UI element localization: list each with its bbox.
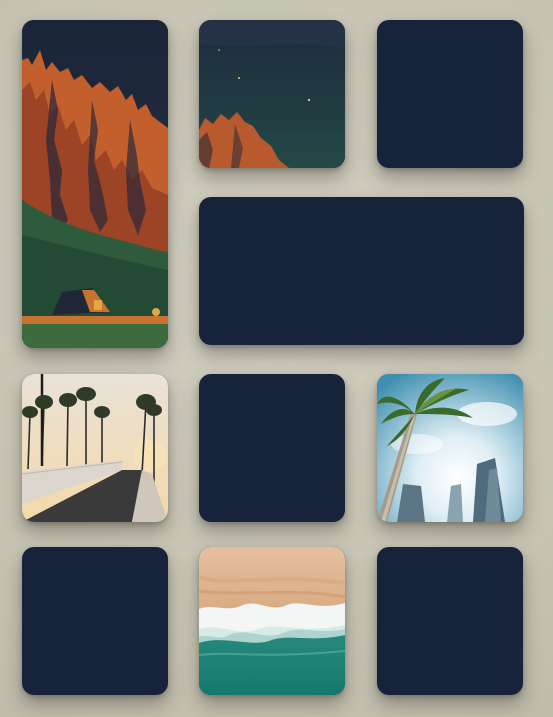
aerial-beach-image — [199, 547, 345, 695]
gallery-tile-placeholder[interactable] — [22, 547, 168, 695]
gallery-tile-placeholder[interactable] — [377, 20, 523, 168]
gallery-tile-night-cliff[interactable] — [199, 20, 345, 168]
gallery-tile-palm-boardwalk[interactable] — [22, 374, 168, 522]
gallery-tile-desert-mountain[interactable] — [22, 20, 168, 348]
palm-skyscrapers-image — [377, 374, 523, 522]
gallery-tile-aerial-beach[interactable] — [199, 547, 345, 695]
gallery-tile-palm-skyscrapers[interactable] — [377, 374, 523, 522]
gallery-tile-placeholder-wide[interactable] — [199, 197, 524, 345]
night-cliff-image — [199, 20, 345, 168]
desert-mountain-image — [22, 20, 168, 348]
image-gallery-grid — [0, 0, 553, 717]
gallery-tile-placeholder[interactable] — [199, 374, 345, 522]
palm-boardwalk-image — [22, 374, 168, 522]
gallery-tile-placeholder[interactable] — [377, 547, 523, 695]
